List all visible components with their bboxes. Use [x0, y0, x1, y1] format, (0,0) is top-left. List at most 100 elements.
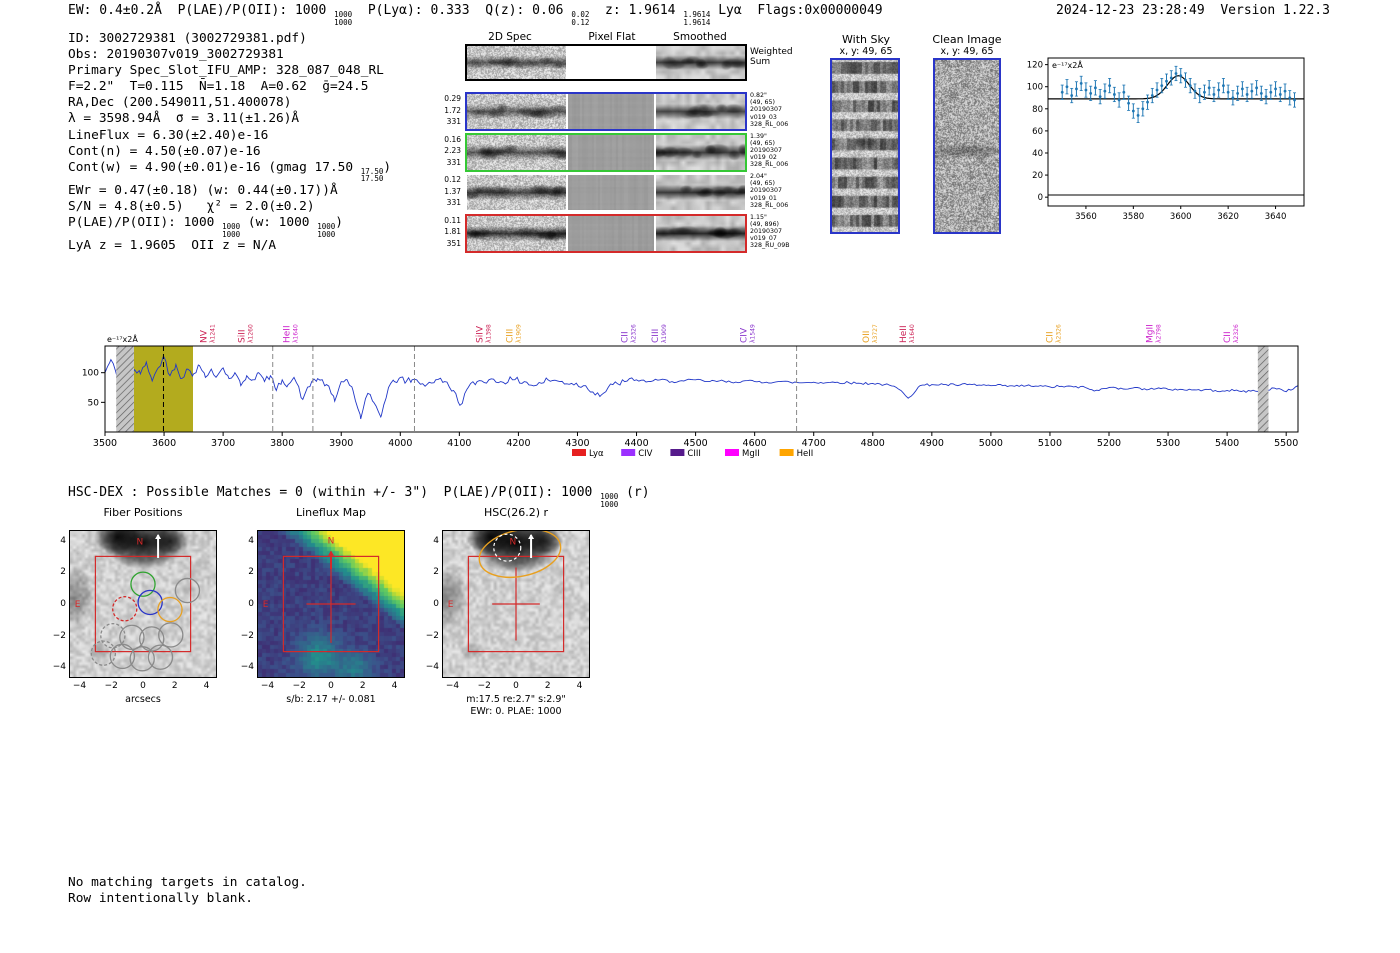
inset-y-tick-label: 60: [1032, 127, 1043, 137]
emission-line-rest-wavelength: λ3727: [872, 324, 879, 343]
spectrum-x-tick-label: 3600: [152, 438, 176, 449]
emission-line-label: SiIV: [475, 325, 485, 343]
row-2d-spec-image: [467, 215, 566, 251]
weighted-sum-label: Weighted Sum: [750, 47, 793, 67]
inset-y-tick-label: 80: [1032, 105, 1043, 115]
row-2d-spec-image: [467, 94, 566, 129]
spectrum-x-tick-label: 4100: [447, 438, 471, 449]
fiber-positions-title: Fiber Positions: [103, 506, 183, 519]
cutout-y-tick-label: 2: [248, 567, 254, 578]
cutout-x-tick-label: −4: [260, 681, 275, 691]
cutout-x-tick-label: −4: [72, 681, 87, 691]
emission-line-label: CIII: [651, 329, 661, 343]
clean-image: [935, 60, 999, 232]
spectrum-x-tick-label: 3900: [329, 438, 353, 449]
emission-line-rest-wavelength: λ2326: [631, 324, 638, 343]
spectrum-x-tick-label: 3700: [211, 438, 235, 449]
legend-swatch: [779, 449, 794, 456]
spectrum-x-tick-label: 5400: [1215, 438, 1239, 449]
row-pixel-flat-image: [568, 134, 654, 170]
legend-item: CIV: [621, 449, 653, 459]
spec2d-row: [465, 213, 747, 253]
cutout-x-tick-label: −2: [104, 681, 118, 691]
cutout-x-tick-label: −2: [477, 681, 491, 691]
info-line: LyA z = 1.9605 OII z = N/A: [68, 238, 277, 254]
row-smoothed-image: [656, 94, 745, 129]
row-smoothed-image: [656, 175, 745, 210]
emission-line-label: CII: [1223, 331, 1233, 343]
cutout-y-tick-label: −4: [240, 662, 254, 673]
cutout-y-tick-label: 4: [433, 535, 439, 546]
emission-line-rest-wavelength: λ2326: [1055, 324, 1062, 343]
spectrum-x-tick-label: 3800: [270, 438, 294, 449]
fiber-circle: [157, 596, 183, 623]
spectrum-x-tick-label: 4700: [802, 438, 826, 449]
with-sky-title: With Sky: [842, 33, 890, 46]
info-line: P(LAE)/P(OII): 1000 1000 1000 (w: 1000 10…: [68, 215, 343, 239]
cutout-x-tick-label: 2: [171, 681, 178, 691]
masked-region-hatch: [116, 346, 134, 432]
spec2d-row: [465, 132, 747, 172]
spectrum-x-tick-label: 5500: [1274, 438, 1298, 449]
info-line: LineFlux = 6.30(±2.40)e-16: [68, 127, 269, 143]
fiber-circle: [174, 577, 201, 604]
north-arrow-head: [328, 550, 334, 556]
info-line: Obs: 20190307v019_3002729381: [68, 47, 284, 63]
row-observation-info: 1.39" (49, 65) 20190307 v019_02 328_RL_006: [750, 132, 789, 169]
cutout-x-tick-label: −2: [292, 681, 306, 691]
east-label: E: [448, 600, 454, 610]
with-sky-coords: x, y: 49, 65: [839, 46, 893, 57]
spectrum-x-tick-label: 5200: [1097, 438, 1121, 449]
north-label: N: [509, 537, 516, 547]
full-spectrum-svg: 3500 3600 3700 3800 3900 4000 4100 4200 4300 4400…: [82, 324, 1299, 459]
spectrum-x-tick-label: 5100: [1038, 438, 1062, 449]
timestamp-version: 2024-12-23 23:28:49 Version 1.22.3: [1056, 3, 1330, 18]
inset-y-tick-label: 100: [1027, 83, 1043, 93]
source-ellipse: [478, 531, 562, 579]
cutout-y-tick-label: −2: [52, 630, 66, 641]
spectrum-y-tick-label: 100: [82, 369, 99, 379]
north-label: N: [328, 537, 335, 547]
cutout-y-tick-label: 2: [433, 567, 439, 578]
legend-swatch: [725, 449, 739, 456]
row-observation-info: 1.15" (49, 896) 20190307 v019_07 328_RU_09B: [750, 213, 790, 250]
clean-image-frame: [933, 58, 1001, 234]
spec2d-row: [465, 92, 747, 131]
emission-line-rest-wavelength: λ1260: [247, 324, 254, 343]
row-pixel-flat-image: [568, 175, 654, 210]
row-observation-info: 0.82" (49, 65) 20190307 v019_03 328_RL_006: [750, 92, 789, 128]
emission-line-rest-wavelength: λ1640: [909, 324, 916, 343]
spec2d-col-header: 2D Spec: [488, 31, 532, 43]
with-sky-image: [832, 60, 898, 232]
cutout-x-tick-label: 0: [140, 681, 146, 691]
emission-line-rest-wavelength: λ1398: [485, 324, 492, 343]
cutout-y-tick-label: −4: [52, 662, 66, 673]
spectrum-x-tick-label: 4300: [565, 438, 589, 449]
emission-line-rest-wavelength: λ1909: [661, 324, 668, 343]
inset-svg: 0 20 40 60 80 100 120 3560 3580 3600 3620 3640 e⁻¹⁷x…: [1027, 57, 1305, 222]
cutout-y-tick-label: 2: [60, 567, 66, 578]
spectrum-y-tick-label: 50: [88, 398, 100, 408]
elixer-report-page: EW: 0.4±0.2Å P(LAE)/P(OII): 1000 1000 100…: [0, 0, 1400, 953]
info-line: S/N = 4.8(±0.5) χ² = 2.0(±0.2): [68, 199, 315, 215]
legend-label: CIV: [638, 449, 652, 459]
spec2d-col-header: Smoothed: [673, 31, 727, 43]
with-sky-frame: [830, 58, 900, 234]
footer-line: Row intentionally blank.: [68, 890, 253, 906]
footer-notes: No matching targets in catalog. Row inten…: [68, 875, 307, 906]
cutout-y-tick-label: 4: [60, 535, 66, 546]
clean-image-coords: x, y: 49, 65: [940, 46, 994, 57]
emission-line-label: SiII: [237, 329, 247, 343]
stacked-fraction: 1000 1000: [317, 222, 336, 239]
stacked-fraction: 1000 1000: [222, 222, 241, 239]
clean-image-title: Clean Image: [932, 33, 1002, 46]
hsc-r-cutout-title: HSC(26.2) r: [483, 506, 549, 519]
inset-x-tick-label: 3640: [1265, 212, 1287, 222]
cutout-x-tick-label: −4: [445, 681, 460, 691]
legend-swatch: [621, 449, 636, 456]
fiber-circle: [112, 596, 138, 622]
cutout-x-tick-label: 4: [203, 681, 210, 691]
info-line: Primary Spec_Slot_IFU_AMP: 328_087_048_R…: [68, 63, 384, 79]
cutout-x-tick-label: 0: [328, 681, 334, 691]
info-line: EWr = 0.47(±0.18) (w: 0.44(±0.17))Å: [68, 182, 338, 198]
